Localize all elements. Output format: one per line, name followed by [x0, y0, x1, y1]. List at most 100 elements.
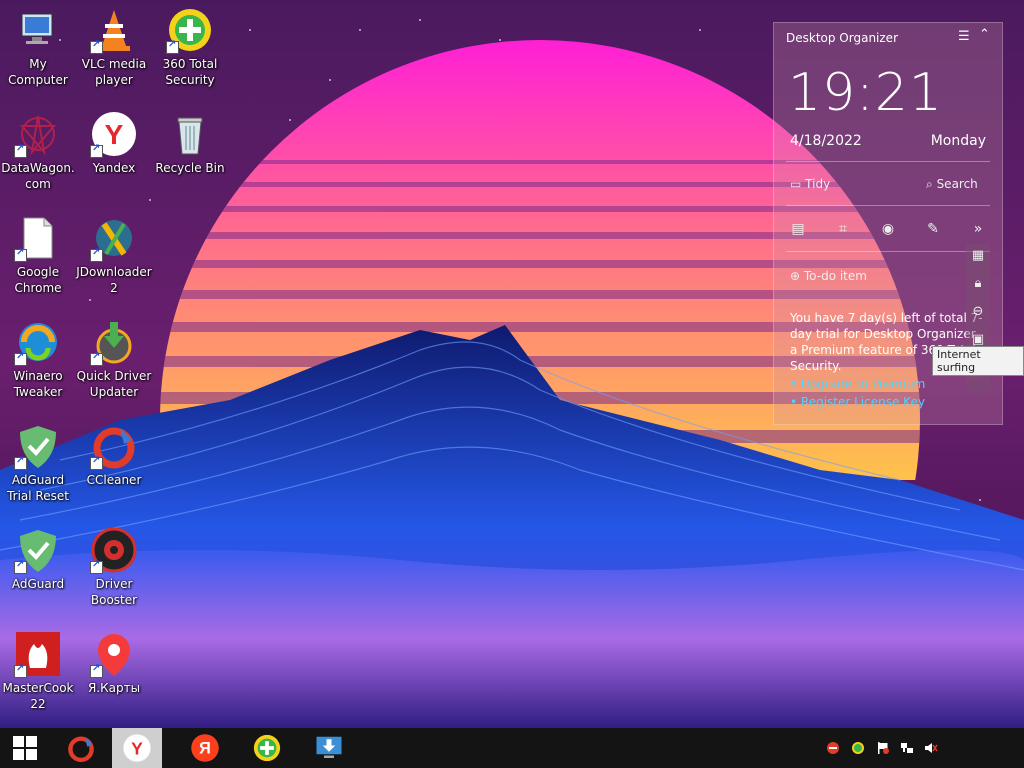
todo-label: To-do item: [803, 269, 867, 283]
desktop-icon-recycle-bin[interactable]: Recycle Bin: [152, 110, 228, 176]
icon-label: MasterCook 22: [2, 681, 74, 711]
shortcut-arrow-icon: [90, 455, 103, 470]
icon-label: Yandex: [92, 161, 136, 175]
icon-label: Driver Booster: [90, 577, 138, 607]
chevron-up-icon[interactable]: ⌃: [979, 27, 990, 42]
icon-label: 360 Total Security: [162, 57, 218, 87]
shortcut-arrow-icon: [90, 143, 103, 158]
shortcut-arrow-icon: [166, 39, 179, 54]
tray-flag-icon[interactable]: [876, 741, 890, 755]
svg-text:Y: Y: [131, 738, 143, 758]
shortcut-arrow-icon: [14, 559, 27, 574]
winaero-swirl-icon: [14, 318, 62, 366]
vlc-cone-icon: [90, 6, 138, 54]
tooltip: Internet surfing: [932, 346, 1024, 376]
taskbar-yandex[interactable]: Я: [180, 728, 230, 768]
search-icon: ⌕: [926, 177, 933, 191]
shortcut-arrow-icon: [90, 39, 103, 54]
tray-no-entry-icon[interactable]: [826, 741, 840, 755]
desktop-icon-mastercook[interactable]: MasterCook 22: [0, 630, 76, 712]
yandex-browser-icon: Y: [122, 733, 152, 763]
desktop-icon-google-chrome[interactable]: Google Chrome: [0, 214, 76, 296]
taskbar-downloader[interactable]: [304, 728, 354, 768]
icon-label: CCleaner: [86, 473, 142, 487]
desktop-icon-my-computer[interactable]: My Computer: [0, 6, 76, 88]
taskbar-360-total-security[interactable]: [242, 728, 292, 768]
hamburger-menu-icon[interactable]: ☰: [958, 29, 970, 44]
shortcut-arrow-icon: [90, 247, 103, 262]
recycle-bin-icon: [166, 110, 214, 158]
desktop-icon-jdownloader[interactable]: JDownloader 2: [76, 214, 152, 296]
desktop-icon-yandex-maps[interactable]: Я.Карты: [76, 630, 152, 696]
shortcut-arrow-icon: [14, 247, 27, 262]
desktop-icon-ccleaner[interactable]: CCleaner: [76, 422, 152, 488]
tray-360-security-icon[interactable]: [851, 741, 865, 755]
desktop-icon-adguard[interactable]: AdGuard: [0, 526, 76, 592]
360-security-icon: [253, 734, 281, 762]
svg-text:Y: Y: [105, 119, 124, 150]
icon-label: DataWagon.com: [1, 161, 75, 191]
calculator-icon[interactable]: ▦: [966, 248, 990, 263]
organizer-clock: 19:21: [788, 63, 943, 123]
organizer-date: 4/18/2022: [790, 133, 862, 149]
adguard-shield-icon: [14, 526, 62, 574]
search-label: Search: [936, 177, 978, 191]
jdownloader-icon: [90, 214, 138, 262]
crop-icon[interactable]: ⌗: [833, 221, 853, 237]
desktop-icon-quick-driver-updater[interactable]: Quick Driver Updater: [76, 318, 152, 400]
icon-label: AdGuard: [11, 577, 65, 591]
icon-label: Recycle Bin: [155, 161, 225, 175]
taskbar-yandex-browser[interactable]: Y: [112, 728, 162, 768]
download-monitor-icon: [316, 736, 342, 758]
upgrade-link[interactable]: • Upgrade to Premium: [790, 377, 925, 391]
windows-logo-icon: [13, 736, 37, 760]
organizer-day: Monday: [930, 133, 986, 149]
ccleaner-icon: [68, 736, 94, 763]
gear-download-icon: [90, 318, 138, 366]
map-pin-icon: [90, 630, 138, 678]
icon-label: My Computer: [8, 57, 68, 87]
360-security-icon: [166, 6, 214, 54]
start-button[interactable]: [0, 728, 50, 768]
edit-icon[interactable]: ✎: [923, 221, 943, 237]
tray-network-icon[interactable]: [900, 741, 914, 755]
driver-booster-icon: [90, 526, 138, 574]
icon-label: Winaero Tweaker: [13, 369, 63, 399]
divider: [786, 205, 990, 206]
organizer-title: Desktop Organizer: [786, 31, 898, 45]
desktop-icon-datawagon[interactable]: DataWagon.com: [0, 110, 76, 192]
shortcut-arrow-icon: [14, 351, 27, 366]
icon-label: AdGuard Trial Reset: [7, 473, 69, 503]
monitor-icon: ▭: [790, 177, 802, 191]
tidy-button[interactable]: ▭ Tidy: [790, 177, 830, 191]
register-link[interactable]: • Register License Key: [790, 395, 925, 409]
search-button[interactable]: ⌕ Search: [926, 177, 978, 192]
internet-surfing-icon[interactable]: ▣: [966, 332, 990, 347]
desktop-icon-yandex[interactable]: Y Yandex: [76, 110, 152, 176]
computer-icon: [14, 6, 62, 54]
icon-label: JDownloader 2: [76, 265, 152, 295]
tray-volume-muted-icon[interactable]: [924, 741, 938, 755]
desktop-icon-vlc[interactable]: VLC media player: [76, 6, 152, 88]
taskbar: Y Я: [0, 728, 1024, 768]
add-todo-button[interactable]: ⊕ To-do item: [790, 269, 867, 283]
double-chevron-right-icon[interactable]: »: [968, 221, 988, 237]
shortcut-arrow-icon: [90, 663, 103, 678]
plus-circle-icon: ⊕: [790, 269, 801, 283]
desktop-icon-360-total-security[interactable]: 360 Total Security: [152, 6, 228, 88]
lock-icon[interactable]: 🔒︎: [966, 276, 990, 291]
adguard-shield-icon: [14, 422, 62, 470]
shortcut-arrow-icon: [90, 559, 103, 574]
icon-label: VLC media player: [81, 57, 147, 87]
minus-circle-icon[interactable]: ⊖: [966, 304, 990, 319]
notes-icon[interactable]: ▤: [788, 221, 808, 237]
taskbar-ccleaner[interactable]: [56, 728, 106, 768]
eye-icon[interactable]: ◉: [878, 221, 898, 237]
datawagon-star-icon: [14, 110, 62, 158]
desktop-icon-winaero-tweaker[interactable]: Winaero Tweaker: [0, 318, 76, 400]
yandex-logo-icon: Я: [191, 734, 219, 762]
tidy-label: Tidy: [805, 177, 831, 191]
desktop-icon-driver-booster[interactable]: Driver Booster: [76, 526, 152, 608]
desktop-icon-adguard-trial-reset[interactable]: AdGuard Trial Reset: [0, 422, 76, 504]
divider: [786, 251, 990, 252]
